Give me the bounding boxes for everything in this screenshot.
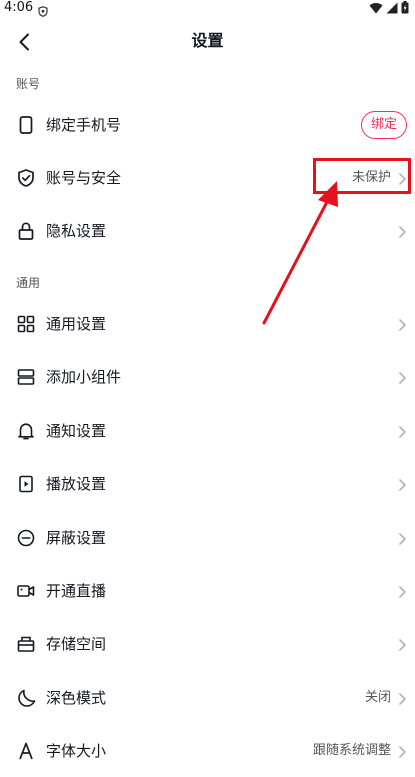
chevron-right-icon	[397, 171, 407, 185]
settings-row-bind-phone[interactable]: 绑定手机号 绑定	[0, 98, 415, 151]
grid-icon	[16, 314, 36, 334]
chevron-right-icon	[397, 224, 407, 238]
settings-row-font-size[interactable]: 字体大小 跟随系统调整	[0, 724, 415, 777]
settings-row-playback[interactable]: 播放设置	[0, 457, 415, 510]
row-label: 通知设置	[46, 421, 107, 440]
font-size-value: 跟随系统调整	[312, 742, 391, 758]
settings-row-dark-mode[interactable]: 深色模式 关闭	[0, 671, 415, 724]
settings-row-general[interactable]: 通用设置	[0, 297, 415, 350]
settings-row-add-widget[interactable]: 添加小组件	[0, 350, 415, 403]
storage-box-icon	[16, 634, 36, 654]
status-time: 4:06	[4, 0, 34, 15]
chevron-right-icon	[397, 531, 407, 545]
section-header-account: 账号	[16, 77, 41, 91]
lock-icon	[16, 221, 36, 241]
moon-icon	[16, 688, 36, 708]
chevron-right-icon	[397, 424, 407, 438]
row-label: 深色模式	[46, 688, 107, 707]
row-label: 通用设置	[46, 314, 107, 333]
nav-bar: 设置	[0, 18, 415, 64]
bell-icon	[16, 421, 36, 441]
chevron-right-icon	[397, 477, 407, 491]
row-label: 隐私设置	[46, 221, 107, 240]
font-size-icon	[16, 741, 36, 761]
settings-row-account-security[interactable]: 账号与安全 未保护	[0, 151, 415, 204]
status-indicators	[369, 1, 409, 14]
chevron-right-icon	[397, 317, 407, 331]
settings-row-privacy[interactable]: 隐私设置	[0, 204, 415, 257]
chevron-right-icon	[397, 370, 407, 384]
play-icon	[16, 474, 36, 494]
chevron-right-icon	[397, 744, 407, 758]
settings-row-block[interactable]: 屏蔽设置	[0, 511, 415, 564]
chevron-right-icon	[397, 584, 407, 598]
row-label: 开通直播	[46, 581, 107, 600]
security-status-value: 未保护	[351, 169, 391, 185]
chevron-right-icon	[397, 691, 407, 705]
chevron-right-icon	[397, 637, 407, 651]
shield-check-icon	[16, 168, 36, 188]
video-camera-icon	[16, 581, 36, 601]
battery-icon	[401, 1, 409, 14]
phone-icon	[16, 115, 36, 135]
row-label: 字体大小	[46, 741, 107, 760]
row-label: 存储空间	[46, 634, 107, 653]
row-label: 绑定手机号	[46, 115, 122, 134]
row-label: 添加小组件	[46, 367, 122, 386]
dark-mode-value: 关闭	[364, 689, 391, 705]
row-label: 账号与安全	[46, 168, 122, 187]
settings-row-live[interactable]: 开通直播	[0, 564, 415, 617]
block-icon	[16, 528, 36, 548]
section-header-general: 通用	[16, 276, 41, 290]
row-label: 播放设置	[46, 474, 107, 493]
status-bar: 4:06	[0, 0, 415, 18]
row-label: 屏蔽设置	[46, 528, 107, 547]
page-title: 设置	[191, 31, 224, 50]
bind-button[interactable]: 绑定	[361, 110, 407, 139]
settings-row-notifications[interactable]: 通知设置	[0, 404, 415, 457]
wifi-icon	[369, 2, 383, 14]
signal-icon	[386, 2, 398, 13]
settings-row-storage[interactable]: 存储空间	[0, 617, 415, 670]
widget-icon	[16, 367, 36, 387]
